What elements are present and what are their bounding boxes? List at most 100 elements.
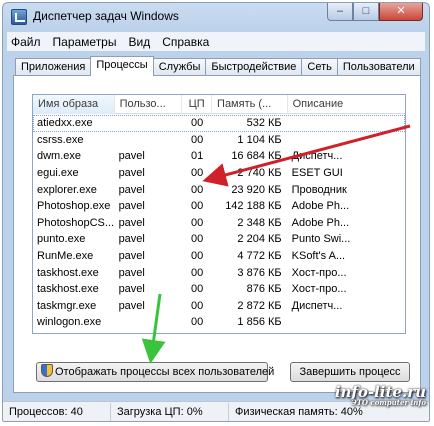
cell-cpu: 00 [190,316,204,329]
menu-help[interactable]: Справка [162,35,209,49]
table-row[interactable]: csrss.exe 00 1 104 КБ [33,132,405,149]
title-bar[interactable]: Диспетчер задач Windows – □ ✕ [3,3,429,31]
table-row[interactable]: winlogon.exe 00 1 856 КБ [33,314,405,331]
process-list[interactable]: Имя образа Пользо... ЦП Память (... Опис… [32,94,406,334]
table-row[interactable]: WINWORD.EXEpavel0023 540 КБMicrosoft ... [33,331,405,334]
tab-performance[interactable]: Быстродействие [205,58,303,76]
cell-cpu: 00 [182,333,212,334]
cell-cpu: 00 [190,233,204,246]
cell-desc: Хост-про... [291,266,347,279]
cell-cpu: 00 [190,167,204,180]
cell-name: PhotoshopCS... [37,216,115,229]
menu-bar: Файл Параметры Вид Справка [7,32,425,51]
tab-strip: Приложения Процессы Службы Быстродействи… [15,56,421,76]
cell-name: dwm.exe [37,150,82,163]
cell-name: RunMe.exe [37,250,94,263]
close-button[interactable]: ✕ [379,3,423,21]
cell-name: Photoshop.exe [37,200,111,213]
cell-name: taskmgr.exe [37,299,97,312]
cell-cpu: 00 [190,200,204,213]
cell-user: pavel [118,266,145,279]
cell-mem: 2 204 КБ [237,233,282,246]
cell-user: pavel [118,216,145,229]
cell-user: pavel [118,250,145,263]
list-body: atiedxx.exe 00 532 КБ csrss.exe 00 1 104 КБ dw… [33,115,405,334]
cell-user: pavel [118,167,145,180]
cell-cpu: 00 [190,117,204,130]
cell-desc: Хост-про... [291,283,347,296]
cell-mem: 2 348 КБ [237,216,282,229]
window-controls: – □ ✕ [327,3,423,22]
status-cpu-usage: Загрузка ЦП: 0% [111,402,229,421]
tab-users[interactable]: Пользователи [336,58,421,76]
tab-processes[interactable]: Процессы [90,56,154,76]
tab-applications[interactable]: Приложения [15,58,92,76]
column-image-name[interactable]: Имя образа [33,95,115,114]
column-description[interactable]: Описание [288,95,405,114]
column-memory[interactable]: Память (... [212,95,288,114]
cell-cpu: 00 [190,133,204,146]
cell-desc: Adobe Ph... [291,216,350,229]
cell-mem: 1 104 КБ [237,133,282,146]
table-row[interactable]: Photoshop.exe pavel 00 142 188 КБ Adobe Ph..… [33,198,405,215]
menu-file[interactable]: Файл [11,35,41,49]
menu-options[interactable]: Параметры [53,35,117,49]
cell-desc: ESET GUI [291,167,343,180]
table-row[interactable]: egui.exe pavel 00 2 740 КБ ESET GUI [33,165,405,182]
cell-user: pavel [118,299,145,312]
status-process-count: Процессов: 40 [3,402,111,421]
cell-name: winlogon.exe [37,316,102,329]
cell-cpu: 00 [190,216,204,229]
cell-name: taskhost.exe [37,266,99,279]
task-manager-window: Диспетчер задач Windows – □ ✕ Файл Парам… [2,2,430,422]
cell-name: egui.exe [37,167,79,180]
cell-cpu: 00 [190,183,204,196]
cell-name: WINWORD.EXE [33,333,115,334]
watermark-logo: info-lite.ru ЭТО computer info [335,383,426,407]
cell-mem: 4 772 КБ [237,250,282,263]
window-title: Диспетчер задач Windows [33,9,179,23]
table-row[interactable]: punto.exe pavel 00 2 204 КБ Punto Swi... [33,231,405,248]
table-row[interactable]: atiedxx.exe 00 532 КБ [33,115,405,132]
end-process-button[interactable]: Завершить процесс [290,362,410,382]
cell-mem: 876 КБ [246,283,282,296]
tab-network[interactable]: Сеть [301,58,338,76]
cell-desc: Диспетч... [291,150,343,163]
cell-name: punto.exe [37,233,86,246]
table-row[interactable]: taskhost.exe pavel 00 3 876 КБ Хост-про... [33,264,405,281]
table-row[interactable]: PhotoshopCS... pavel 00 2 348 КБ Adobe Ph... [33,215,405,232]
cell-mem: 23 920 КБ [231,183,282,196]
cell-name: csrss.exe [37,133,84,146]
cell-cpu: 00 [190,299,204,312]
cell-name: taskhost.exe [37,283,99,296]
cell-user: pavel [118,150,145,163]
cell-user: pavel [115,333,183,334]
table-row[interactable]: explorer.exe pavel 00 23 920 КБ Проводник [33,181,405,198]
table-row[interactable]: dwm.exe pavel 01 16 684 КБ Диспетч... [33,148,405,165]
table-row[interactable]: taskmgr.exe pavel 00 2 872 КБ Диспетч... [33,298,405,315]
cell-desc: Microsoft ... [288,333,405,334]
cell-cpu: 00 [190,283,204,296]
cell-mem: 2 872 КБ [237,299,282,312]
processes-panel: Имя образа Пользо... ЦП Память (... Опис… [13,75,421,393]
table-row[interactable]: taskhost.exe pavel 00 876 КБ Хост-про... [33,281,405,298]
menu-view[interactable]: Вид [128,35,150,49]
tab-services[interactable]: Службы [152,58,207,76]
table-row[interactable]: RunMe.exe pavel 00 4 772 КБ KSoft's A... [33,248,405,265]
cell-cpu: 00 [190,266,204,279]
column-user[interactable]: Пользо... [115,95,183,114]
column-cpu[interactable]: ЦП [182,95,213,114]
cell-name: atiedxx.exe [37,117,93,130]
cell-user: pavel [118,283,145,296]
cell-cpu: 00 [190,250,204,263]
list-header: Имя образа Пользо... ЦП Память (... Опис… [33,95,405,114]
maximize-button[interactable]: □ [353,3,379,21]
cell-user: pavel [118,183,145,196]
cell-cpu: 01 [190,150,204,163]
minimize-button[interactable]: – [327,3,353,21]
cell-desc: Диспетч... [291,299,343,312]
cell-desc: KSoft's A... [291,250,346,263]
cell-mem: 3 876 КБ [237,266,282,279]
show-all-users-button[interactable]: Отображать процессы всех пользователей [36,362,274,382]
cell-mem: 2 740 КБ [237,167,282,180]
